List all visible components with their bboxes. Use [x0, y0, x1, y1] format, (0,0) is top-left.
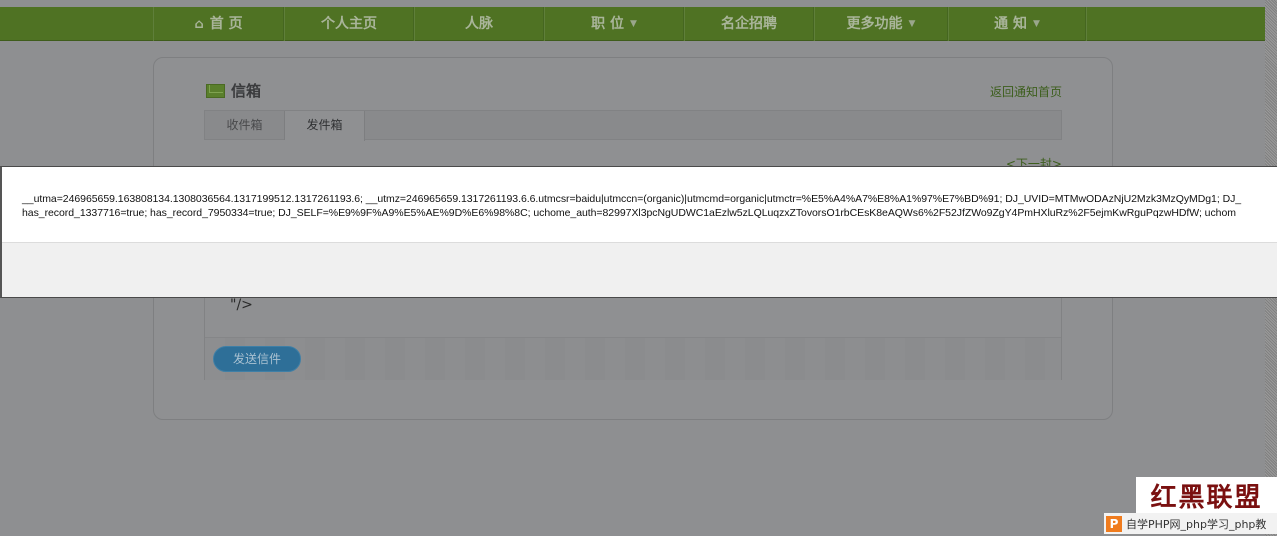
mailbox-heading: 信箱: [206, 80, 261, 101]
nav-item-label: 首 页: [209, 16, 243, 32]
nav-item-personal-page[interactable]: 个人主页: [284, 7, 414, 41]
nav-item-label: 通 知: [994, 16, 1027, 32]
nav-item-label: 名企招聘: [721, 16, 777, 32]
alert-message-area: __utma=246965659.163808134.1308036564.13…: [2, 167, 1277, 243]
nav-menu: ⌂ 首 页 个人主页 人脉 职 位 ▼ 名企招聘 更多功能 ▼ 通 知 ▼: [153, 7, 1264, 41]
mailbox-title: 信箱: [231, 82, 262, 100]
top-navigation-bar: ⌂ 首 页 个人主页 人脉 职 位 ▼ 名企招聘 更多功能 ▼ 通 知 ▼: [0, 7, 1265, 41]
alert-dialog: __utma=246965659.163808134.1308036564.13…: [0, 166, 1277, 298]
cookie-text-line-1: __utma=246965659.163808134.1308036564.13…: [22, 193, 1242, 205]
send-message-button[interactable]: 发送信件: [213, 346, 301, 372]
nav-item-label: 个人主页: [321, 16, 377, 32]
mailbox-tabs: 收件箱 发件箱: [204, 110, 1062, 141]
envelope-icon: [206, 83, 225, 98]
nav-item-label: 职 位: [591, 16, 624, 32]
watermark-caption-bar: P 自学PHP网_php学习_php教: [1104, 513, 1277, 534]
page-top-edge: [0, 0, 1277, 7]
message-code-fragment: "/>: [230, 297, 253, 313]
home-icon: ⌂: [194, 17, 204, 32]
tab-inbox[interactable]: 收件箱: [205, 111, 285, 140]
nav-item-more-features[interactable]: 更多功能 ▼: [814, 7, 948, 41]
nav-item-jobs[interactable]: 职 位 ▼: [544, 7, 684, 41]
nav-item-famous-companies[interactable]: 名企招聘: [684, 7, 814, 41]
nav-item-label: 人脉: [465, 16, 493, 32]
chevron-down-icon: ▼: [1032, 19, 1040, 29]
nav-item-home[interactable]: ⌂ 首 页: [153, 7, 284, 41]
nav-item-label: 更多功能: [846, 16, 903, 32]
watermark-logo: 红黑联盟: [1136, 477, 1277, 514]
p-badge-icon: P: [1106, 515, 1122, 532]
nav-item-connections[interactable]: 人脉: [414, 7, 544, 41]
nav-item-notifications[interactable]: 通 知 ▼: [948, 7, 1086, 41]
back-to-notifications-link[interactable]: 返回通知首页: [990, 83, 1062, 100]
chevron-down-icon: ▼: [908, 19, 916, 29]
watermark-caption: 自学PHP网_php学习_php教: [1126, 517, 1267, 531]
send-toolbar: 发送信件: [205, 337, 1061, 380]
tab-outbox[interactable]: 发件箱: [285, 111, 365, 141]
cookie-text-line-2: has_record_1337716=true; has_record_7950…: [22, 207, 1236, 219]
chevron-down-icon: ▼: [629, 19, 637, 29]
nav-spacer: [1086, 7, 1264, 41]
